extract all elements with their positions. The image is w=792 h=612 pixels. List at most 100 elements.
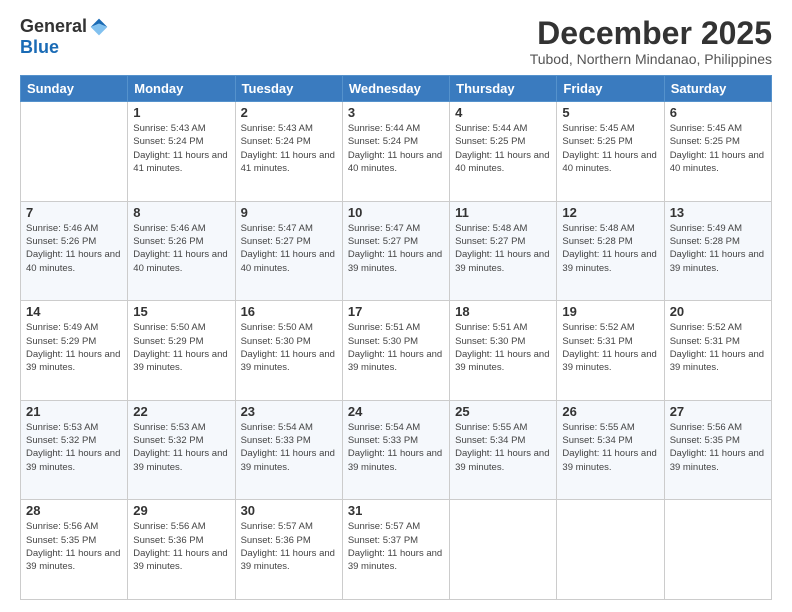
cell-info: Sunrise: 5:56 AMSunset: 5:35 PMDaylight:… [670,421,766,474]
day-number: 11 [455,205,551,220]
calendar-week-3: 14 Sunrise: 5:49 AMSunset: 5:29 PMDayligh… [21,301,772,401]
calendar-cell: 18 Sunrise: 5:51 AMSunset: 5:30 PMDayligh… [450,301,557,401]
calendar-cell: 15Sunrise: 5:50 AMSunset: 5:29 PMDayligh… [128,301,235,401]
calendar-week-1: 1 Sunrise: 5:43 AMSunset: 5:24 PMDaylight… [21,102,772,202]
calendar-cell: 5 Sunrise: 5:45 AMSunset: 5:25 PMDaylight… [557,102,664,202]
calendar-cell: 10 Sunrise: 5:47 AMSunset: 5:27 PMDayligh… [342,201,449,301]
day-number: 1 [133,105,229,120]
cell-info: Sunrise: 5:53 AMSunset: 5:32 PMDaylight:… [26,421,122,474]
cell-info: Sunrise: 5:52 AMSunset: 5:31 PMDaylight:… [562,321,658,374]
day-number: 18 [455,304,551,319]
calendar-cell: 11 Sunrise: 5:48 AMSunset: 5:27 PMDayligh… [450,201,557,301]
calendar-header-row: SundayMondayTuesdayWednesdayThursdayFrid… [21,76,772,102]
day-number: 22 [133,404,229,419]
cell-info: Sunrise: 5:54 AMSunset: 5:33 PMDaylight:… [348,421,444,474]
logo-blue-text: Blue [20,37,59,58]
day-header-tuesday: Tuesday [235,76,342,102]
day-number: 10 [348,205,444,220]
calendar-cell: 7Sunrise: 5:46 AMSunset: 5:26 PMDaylight… [21,201,128,301]
day-number: 17 [348,304,444,319]
cell-info: Sunrise: 5:51 AMSunset: 5:30 PMDaylight:… [348,321,444,374]
logo-icon [89,17,109,37]
calendar-cell: 20Sunrise: 5:52 AMSunset: 5:31 PMDayligh… [664,301,771,401]
cell-info: Sunrise: 5:57 AMSunset: 5:36 PMDaylight:… [241,520,337,573]
day-number: 13 [670,205,766,220]
cell-info: Sunrise: 5:48 AMSunset: 5:27 PMDaylight:… [455,222,551,275]
calendar-cell: 22 Sunrise: 5:53 AMSunset: 5:32 PMDayligh… [128,400,235,500]
day-number: 2 [241,105,337,120]
cell-info: Sunrise: 5:50 AMSunset: 5:30 PMDaylight:… [241,321,337,374]
day-number: 5 [562,105,658,120]
cell-info: Sunrise: 5:56 AMSunset: 5:35 PMDaylight:… [26,520,122,573]
calendar-cell: 24Sunrise: 5:54 AMSunset: 5:33 PMDayligh… [342,400,449,500]
cell-info: Sunrise: 5:43 AMSunset: 5:24 PMDaylight:… [133,122,229,175]
day-number: 19 [562,304,658,319]
day-header-sunday: Sunday [21,76,128,102]
cell-info: Sunrise: 5:55 AMSunset: 5:34 PMDaylight:… [562,421,658,474]
day-header-thursday: Thursday [450,76,557,102]
calendar-cell: 17 Sunrise: 5:51 AMSunset: 5:30 PMDayligh… [342,301,449,401]
day-number: 4 [455,105,551,120]
calendar-cell [21,102,128,202]
day-header-friday: Friday [557,76,664,102]
cell-info: Sunrise: 5:56 AMSunset: 5:36 PMDaylight:… [133,520,229,573]
day-number: 25 [455,404,551,419]
cell-info: Sunrise: 5:57 AMSunset: 5:37 PMDaylight:… [348,520,444,573]
day-number: 27 [670,404,766,419]
calendar-cell: 21 Sunrise: 5:53 AMSunset: 5:32 PMDayligh… [21,400,128,500]
day-header-monday: Monday [128,76,235,102]
day-number: 14 [26,304,122,319]
day-number: 12 [562,205,658,220]
calendar-week-2: 7 Sunrise: 5:46 AMSunset: 5:26 PMDaylight… [21,201,772,301]
calendar-cell [557,500,664,600]
day-number: 29 [133,503,229,518]
calendar-cell: 6Sunrise: 5:45 AMSunset: 5:25 PMDaylight… [664,102,771,202]
month-title: December 2025 [530,16,772,51]
calendar-cell: 1 Sunrise: 5:43 AMSunset: 5:24 PMDaylight… [128,102,235,202]
cell-info: Sunrise: 5:44 AMSunset: 5:24 PMDaylight:… [348,122,444,175]
calendar-cell: 16 Sunrise: 5:50 AMSunset: 5:30 PMDayligh… [235,301,342,401]
calendar-cell: 31Sunrise: 5:57 AMSunset: 5:37 PMDayligh… [342,500,449,600]
day-number: 8 [133,205,229,220]
calendar-week-4: 21 Sunrise: 5:53 AMSunset: 5:32 PMDayligh… [21,400,772,500]
calendar-cell: 23Sunrise: 5:54 AMSunset: 5:33 PMDayligh… [235,400,342,500]
cell-info: Sunrise: 5:50 AMSunset: 5:29 PMDaylight:… [133,321,229,374]
cell-info: Sunrise: 5:45 AMSunset: 5:25 PMDaylight:… [670,122,766,175]
day-number: 23 [241,404,337,419]
cell-info: Sunrise: 5:47 AMSunset: 5:27 PMDaylight:… [348,222,444,275]
day-number: 28 [26,503,122,518]
calendar-cell: 29 Sunrise: 5:56 AMSunset: 5:36 PMDayligh… [128,500,235,600]
cell-info: Sunrise: 5:53 AMSunset: 5:32 PMDaylight:… [133,421,229,474]
day-number: 21 [26,404,122,419]
calendar-cell: 14 Sunrise: 5:49 AMSunset: 5:29 PMDayligh… [21,301,128,401]
day-number: 9 [241,205,337,220]
day-number: 16 [241,304,337,319]
calendar-week-5: 28 Sunrise: 5:56 AMSunset: 5:35 PMDayligh… [21,500,772,600]
cell-info: Sunrise: 5:45 AMSunset: 5:25 PMDaylight:… [562,122,658,175]
page: General Blue December 2025 Tubod, Northe… [0,0,792,612]
cell-info: Sunrise: 5:51 AMSunset: 5:30 PMDaylight:… [455,321,551,374]
calendar-cell [450,500,557,600]
calendar-cell: 25Sunrise: 5:55 AMSunset: 5:34 PMDayligh… [450,400,557,500]
calendar-cell: 9 Sunrise: 5:47 AMSunset: 5:27 PMDaylight… [235,201,342,301]
logo: General Blue [20,16,109,58]
logo-general-text: General [20,16,87,37]
header: General Blue December 2025 Tubod, Northe… [20,16,772,67]
calendar-table: SundayMondayTuesdayWednesdayThursdayFrid… [20,75,772,600]
calendar-cell: 2 Sunrise: 5:43 AMSunset: 5:24 PMDaylight… [235,102,342,202]
calendar-cell: 19 Sunrise: 5:52 AMSunset: 5:31 PMDayligh… [557,301,664,401]
cell-info: Sunrise: 5:43 AMSunset: 5:24 PMDaylight:… [241,122,337,175]
day-header-wednesday: Wednesday [342,76,449,102]
calendar-cell: 3 Sunrise: 5:44 AMSunset: 5:24 PMDaylight… [342,102,449,202]
calendar-cell: 12Sunrise: 5:48 AMSunset: 5:28 PMDayligh… [557,201,664,301]
day-number: 7 [26,205,122,220]
title-block: December 2025 Tubod, Northern Mindanao, … [530,16,772,67]
location-title: Tubod, Northern Mindanao, Philippines [530,51,772,67]
calendar-cell: 4Sunrise: 5:44 AMSunset: 5:25 PMDaylight… [450,102,557,202]
cell-info: Sunrise: 5:47 AMSunset: 5:27 PMDaylight:… [241,222,337,275]
cell-info: Sunrise: 5:46 AMSunset: 5:26 PMDaylight:… [133,222,229,275]
cell-info: Sunrise: 5:49 AMSunset: 5:29 PMDaylight:… [26,321,122,374]
day-number: 3 [348,105,444,120]
cell-info: Sunrise: 5:49 AMSunset: 5:28 PMDaylight:… [670,222,766,275]
calendar-cell: 27 Sunrise: 5:56 AMSunset: 5:35 PMDayligh… [664,400,771,500]
